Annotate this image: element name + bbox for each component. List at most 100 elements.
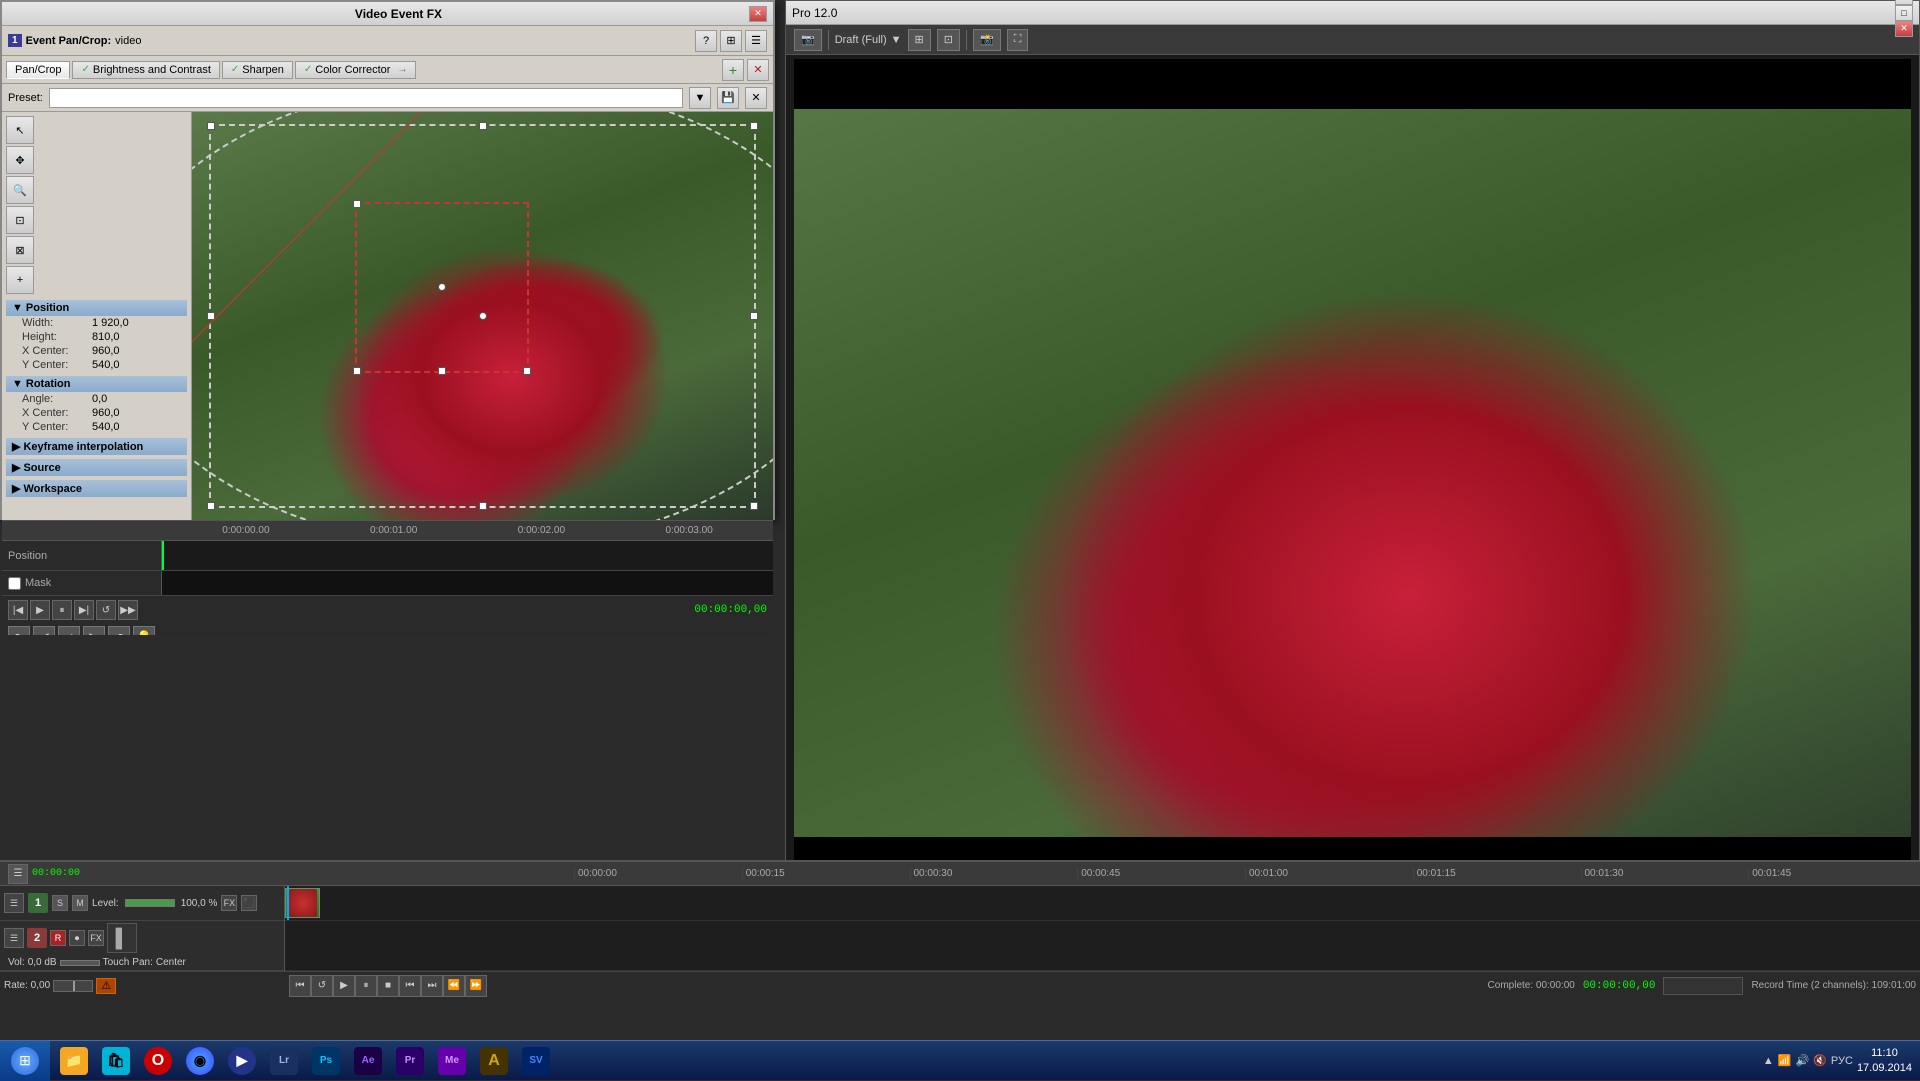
- tool-4[interactable]: ⊡: [6, 206, 34, 234]
- tool-cursor[interactable]: ↖: [6, 116, 34, 144]
- inner-handle-bl[interactable]: [353, 367, 361, 375]
- motion-right-icon[interactable]: ▶: [83, 626, 105, 635]
- main-pause-button[interactable]: ⏸: [355, 975, 377, 997]
- taskbar-app-explorer[interactable]: 📁: [54, 1042, 94, 1080]
- tool-move[interactable]: ✥: [6, 146, 34, 174]
- taskbar-app-media[interactable]: ▶: [222, 1042, 262, 1080]
- tab-sharpen[interactable]: ✓ Sharpen: [222, 61, 293, 79]
- main-stop-button[interactable]: ■: [377, 975, 399, 997]
- rate-slider[interactable]: [53, 980, 93, 992]
- track2-record[interactable]: R: [50, 930, 66, 946]
- vfx-close-button[interactable]: ✕: [749, 6, 767, 22]
- pro-draft-selector[interactable]: Draft (Full) ▼: [835, 34, 902, 46]
- taskbar-app-a[interactable]: A: [474, 1042, 514, 1080]
- time-input[interactable]: [1663, 977, 1743, 995]
- pro-snapshot-button[interactable]: 📸: [973, 29, 1001, 51]
- fx-add-icon[interactable]: +: [722, 59, 744, 81]
- inner-handle-tl[interactable]: [353, 200, 361, 208]
- preset-delete[interactable]: ✕: [745, 87, 767, 109]
- fx-list-button[interactable]: ☰: [745, 30, 767, 52]
- pro-fullscreen-button[interactable]: ⛶: [1007, 29, 1029, 51]
- pro-overlay-button[interactable]: ⊡: [937, 29, 960, 51]
- main-slower[interactable]: ⏪: [443, 975, 465, 997]
- vol-val: 0,0 dB: [28, 957, 57, 968]
- motion-bulb-icon[interactable]: 💡: [133, 626, 155, 635]
- tl-end-button[interactable]: ▶▶: [118, 600, 138, 620]
- tl-next-button[interactable]: ▶|: [74, 600, 94, 620]
- tl-prev-button[interactable]: |◀: [8, 600, 28, 620]
- main-loop-button[interactable]: ↺: [311, 975, 333, 997]
- taskbar-app-lr[interactable]: Lr: [264, 1042, 304, 1080]
- inner-handle-br[interactable]: [523, 367, 531, 375]
- track1-menu[interactable]: ☰: [4, 893, 24, 913]
- handle-tm[interactable]: [479, 122, 487, 130]
- systray-expand-button[interactable]: ▲: [1763, 1055, 1774, 1067]
- taskbar-app-vegas[interactable]: SV: [516, 1042, 556, 1080]
- motion-down-icon[interactable]: ↙: [58, 626, 80, 635]
- main-goto-end[interactable]: ⏭: [421, 975, 443, 997]
- tab-color-corrector[interactable]: ✓ Color Corrector →: [295, 61, 417, 79]
- motion-arrow-icon[interactable]: ↖: [8, 626, 30, 635]
- main-play-button[interactable]: ⏮: [289, 975, 311, 997]
- taskbar-app-pr[interactable]: Pr: [390, 1042, 430, 1080]
- main-playback-button[interactable]: ▶: [333, 975, 355, 997]
- track2-arm[interactable]: ⏺: [69, 930, 85, 946]
- preset-dropdown[interactable]: ▼: [689, 87, 711, 109]
- tl-stop-button[interactable]: ⏸: [52, 600, 72, 620]
- tool-zoom[interactable]: 🔍: [6, 176, 34, 204]
- main-faster[interactable]: ⏩: [465, 975, 487, 997]
- tl-play-button[interactable]: ▶: [30, 600, 50, 620]
- inner-center-handle[interactable]: [438, 283, 446, 291]
- pro-close-button[interactable]: ✕: [1895, 21, 1913, 37]
- handle-tr[interactable]: [750, 122, 758, 130]
- video-clip[interactable]: [285, 888, 320, 918]
- track2-menu[interactable]: ☰: [4, 928, 24, 948]
- preset-save[interactable]: 💾: [717, 87, 739, 109]
- track1-fx[interactable]: FX: [221, 895, 237, 911]
- chrome-icon: ◉: [186, 1047, 214, 1075]
- handle-bl[interactable]: [207, 502, 215, 510]
- taskbar-app-me[interactable]: Me: [432, 1042, 472, 1080]
- taskbar-app-ps[interactable]: Ps: [306, 1042, 346, 1080]
- taskbar-app-ae[interactable]: Ae: [348, 1042, 388, 1080]
- track1-mute[interactable]: M: [72, 895, 88, 911]
- motion-up-icon[interactable]: ↗: [108, 626, 130, 635]
- tab-pan-crop[interactable]: Pan/Crop: [6, 61, 70, 79]
- track1-env[interactable]: ⬛: [241, 895, 257, 911]
- handle-mr[interactable]: [750, 312, 758, 320]
- track1-level-slider[interactable]: [125, 899, 175, 907]
- tool-6[interactable]: +: [6, 266, 34, 294]
- taskbar-app-opera[interactable]: O: [138, 1042, 178, 1080]
- keyframe-header[interactable]: ▶ Keyframe interpolation: [6, 438, 187, 455]
- motion-left-icon[interactable]: ◀: [33, 626, 55, 635]
- workspace-header[interactable]: ▶ Workspace: [6, 480, 187, 497]
- event-type: video: [115, 35, 141, 47]
- pro-maximize-button[interactable]: □: [1895, 5, 1913, 21]
- tab-brightness-contrast[interactable]: ✓ Brightness and Contrast: [72, 61, 219, 79]
- mask-checkbox[interactable]: [8, 577, 21, 590]
- taskbar-app-store[interactable]: 🛍: [96, 1042, 136, 1080]
- pro-camera-button[interactable]: 📷: [794, 29, 822, 51]
- handle-tl[interactable]: [207, 122, 215, 130]
- track2-fx[interactable]: FX: [88, 930, 104, 946]
- fx-help-button[interactable]: ?: [695, 30, 717, 52]
- tl-loop-button[interactable]: ↺: [96, 600, 116, 620]
- inner-handle-bm[interactable]: [438, 367, 446, 375]
- taskbar-app-chrome[interactable]: ◉: [180, 1042, 220, 1080]
- track1-solo[interactable]: S: [52, 895, 68, 911]
- height-row: Height: 810,0: [6, 330, 187, 344]
- position-header[interactable]: ▼ Position: [6, 300, 187, 316]
- fx-close-icon[interactable]: ✕: [747, 59, 769, 81]
- handle-br[interactable]: [750, 502, 758, 510]
- vol-slider[interactable]: [60, 960, 100, 966]
- pro-grid-button[interactable]: ⊞: [908, 29, 931, 51]
- preset-input[interactable]: [49, 88, 683, 108]
- fx-grid-button[interactable]: ⊞: [720, 30, 742, 52]
- start-button[interactable]: ⊞: [0, 1041, 50, 1081]
- main-goto-start[interactable]: ⏮: [399, 975, 421, 997]
- timeline-menu-button[interactable]: ☰: [8, 864, 28, 884]
- rotation-header[interactable]: ▼ Rotation: [6, 376, 187, 392]
- handle-bm[interactable]: [479, 502, 487, 510]
- source-header[interactable]: ▶ Source: [6, 459, 187, 476]
- tool-5[interactable]: ⊠: [6, 236, 34, 264]
